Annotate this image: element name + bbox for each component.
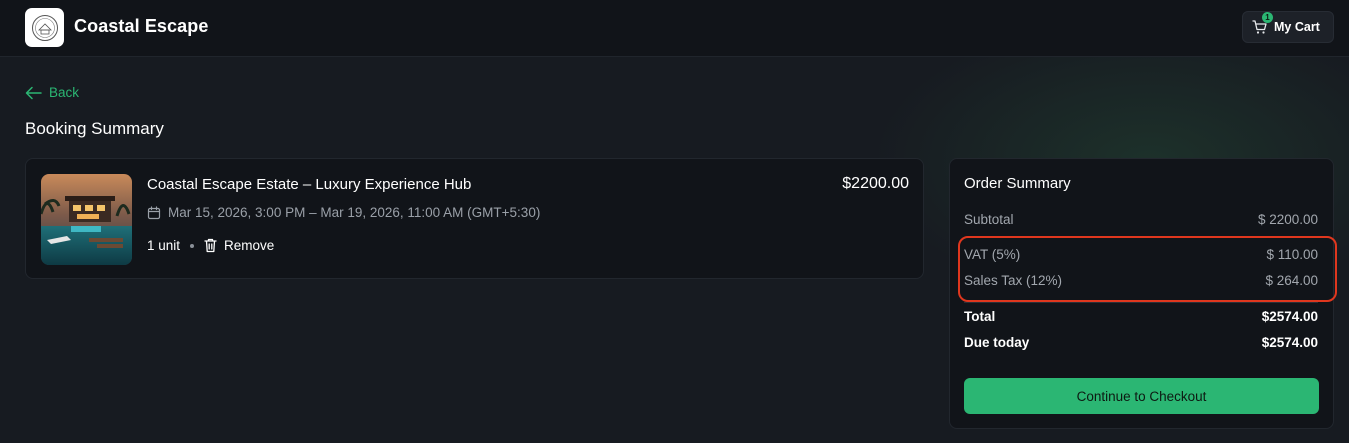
my-cart-button[interactable]: 1 My Cart	[1242, 11, 1334, 43]
item-dates: Mar 15, 2026, 3:00 PM – Mar 19, 2026, 11…	[147, 205, 540, 220]
brand-name[interactable]: Coastal Escape	[74, 16, 208, 37]
total-row: Total $2574.00	[964, 309, 1318, 324]
due-today-row: Due today $2574.00	[964, 335, 1318, 350]
summary-divider	[964, 302, 1318, 303]
remove-button[interactable]: Remove	[204, 238, 274, 253]
arrow-left-icon	[25, 86, 42, 99]
tax-highlight-box	[958, 236, 1337, 302]
sales-tax-label: Sales Tax (12%)	[964, 273, 1063, 288]
item-meta: 1 unit Remove	[147, 238, 274, 253]
order-summary-title: Order Summary	[964, 175, 1071, 192]
back-link[interactable]: Back	[25, 85, 79, 100]
due-today-label: Due today	[964, 335, 1030, 350]
vat-value: $ 110.00	[1266, 247, 1318, 262]
item-date-range: Mar 15, 2026, 3:00 PM – Mar 19, 2026, 11…	[168, 205, 541, 220]
item-quantity: 1 unit	[147, 238, 181, 253]
item-title[interactable]: Coastal Escape Estate – Luxury Experienc…	[147, 176, 471, 193]
order-summary-card: Order Summary Subtotal $ 2200.00 VAT (5%…	[949, 158, 1337, 429]
remove-label: Remove	[224, 238, 275, 253]
my-cart-label: My Cart	[1274, 20, 1320, 34]
estate-thumbnail-image[interactable]	[41, 174, 132, 265]
trash-icon	[204, 238, 217, 253]
separator-dot	[190, 243, 195, 248]
shopping-cart-icon: 1	[1252, 12, 1273, 35]
back-label: Back	[49, 85, 80, 100]
vat-label: VAT (5%)	[964, 247, 1021, 262]
brand-logo[interactable]	[25, 8, 64, 47]
total-label: Total	[964, 309, 996, 324]
subtotal-row: Subtotal $ 2200.00	[964, 212, 1318, 227]
estate-seal-logo-icon	[31, 14, 58, 41]
subtotal-label: Subtotal	[964, 212, 1014, 227]
subtotal-value: $ 2200.00	[1257, 212, 1318, 227]
cart-count-badge: 1	[1262, 12, 1273, 23]
total-value: $2574.00	[1261, 309, 1318, 324]
sales-tax-row: Sales Tax (12%) $ 264.00	[964, 273, 1318, 288]
vat-row: VAT (5%) $ 110.00	[964, 247, 1318, 262]
calendar-icon	[147, 205, 161, 219]
top-bar: Coastal Escape 1 My Cart	[0, 0, 1349, 57]
page-title: Booking Summary	[25, 119, 164, 138]
booking-item-card: Coastal Escape Estate – Luxury Experienc…	[25, 158, 924, 279]
due-today-value: $2574.00	[1261, 335, 1318, 350]
continue-to-checkout-button[interactable]: Continue to Checkout	[964, 378, 1319, 414]
sales-tax-value: $ 264.00	[1265, 273, 1318, 288]
item-price: $2200.00	[842, 175, 909, 192]
